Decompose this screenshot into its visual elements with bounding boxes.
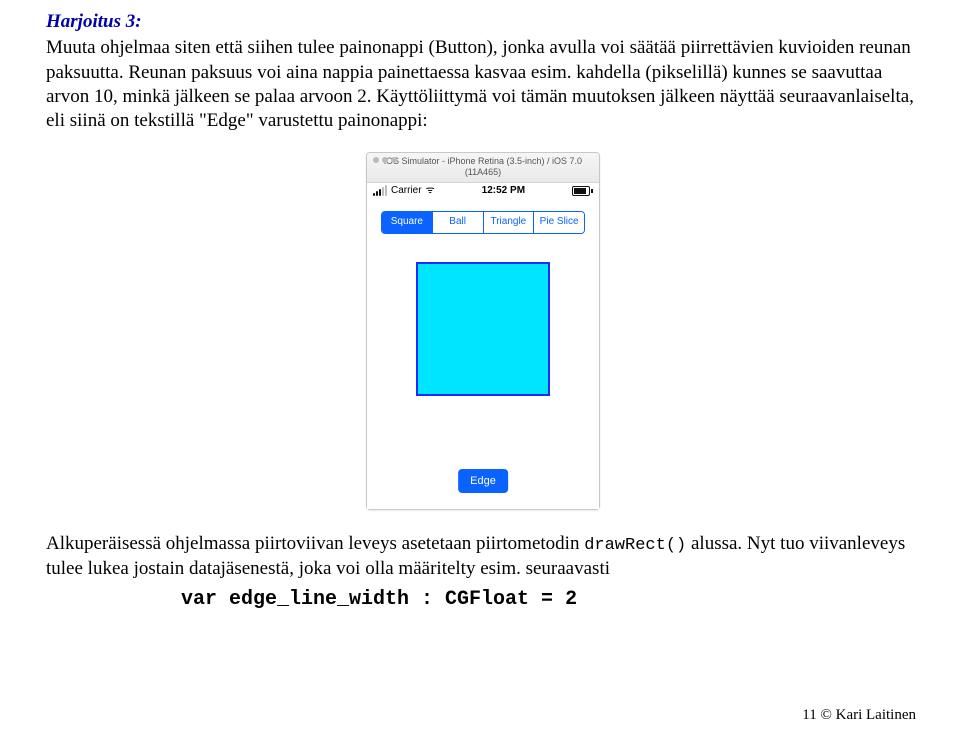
segment-ball[interactable]: Ball [433,212,484,233]
segment-triangle[interactable]: Triangle [484,212,535,233]
battery-icon [572,186,593,196]
simulator-titlebar: iOS Simulator - iPhone Retina (3.5-inch)… [367,153,599,183]
zoom-icon [391,157,397,163]
exercise-title: Harjoitus 3: [46,10,920,34]
paragraph-2: Alkuperäisessä ohjelmassa piirtoviivan l… [46,532,920,581]
simulator-figure: iOS Simulator - iPhone Retina (3.5-inch)… [46,152,920,511]
shape-segmented-control[interactable]: Square Ball Triangle Pie Slice [381,211,585,234]
p2-lead: Alkuperäisessä ohjelmassa piirtoviivan l… [46,533,584,554]
status-time: 12:52 PM [482,185,525,198]
status-carrier: Carrier [391,185,422,198]
app-content: Square Ball Triangle Pie Slice Edge [367,199,599,509]
page-footer: 11 © Kari Laitinen [802,706,916,725]
edge-button[interactable]: Edge [458,469,508,493]
code-inline-drawrect: drawRect() [584,536,686,555]
segment-pieslice[interactable]: Pie Slice [534,212,584,233]
window-traffic-lights [373,157,397,163]
code-block: var edge_line_width : CGFloat = 2 [181,587,920,613]
simulator-window: iOS Simulator - iPhone Retina (3.5-inch)… [366,152,600,511]
drawn-square [416,262,550,396]
segment-square[interactable]: Square [382,212,433,233]
wifi-icon: ᯤ [426,185,435,198]
paragraph-1: Muuta ohjelmaa siten että siihen tulee p… [46,36,920,133]
status-bar: Carrier ᯤ 12:52 PM [367,183,599,200]
signal-icon [373,185,387,196]
close-icon [373,157,379,163]
minimize-icon [382,157,388,163]
simulator-title-text: iOS Simulator - iPhone Retina (3.5-inch)… [384,156,582,178]
